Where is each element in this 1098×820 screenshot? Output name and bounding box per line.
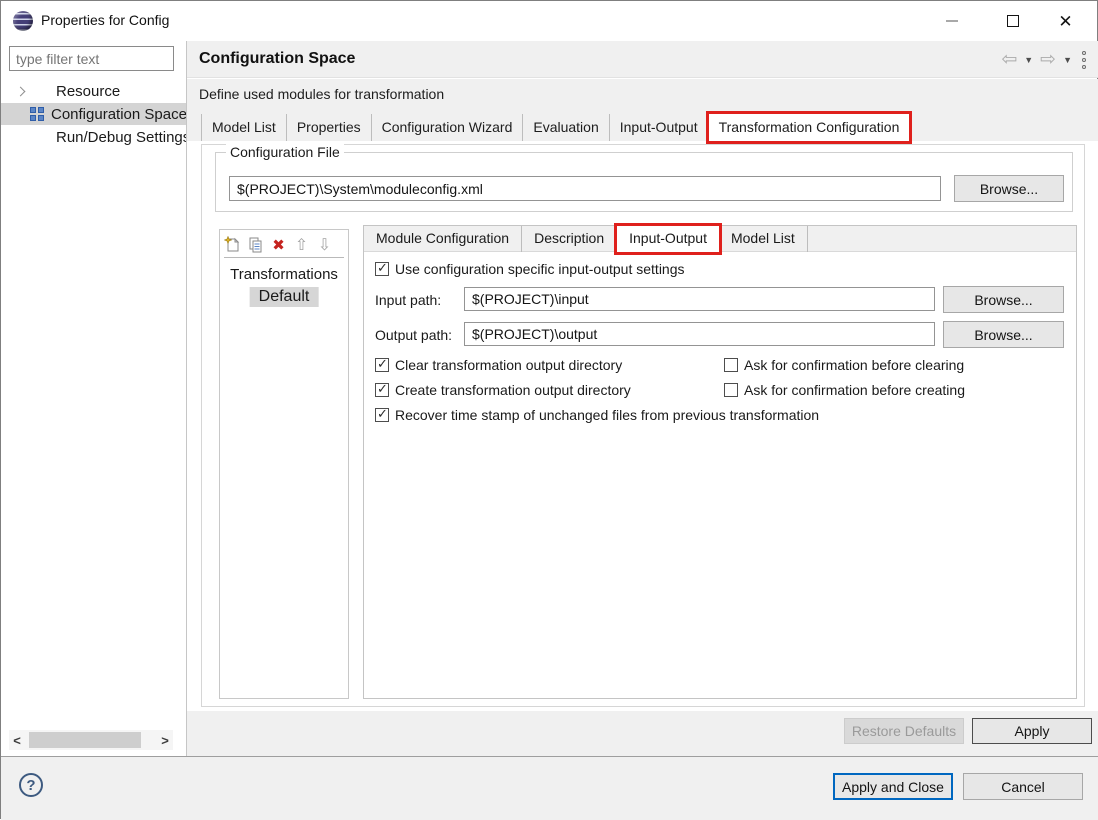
tab-inner-model-list[interactable]: Model List bbox=[719, 226, 808, 252]
tab-configuration-wizard[interactable]: Configuration Wizard bbox=[372, 114, 524, 141]
sidebar-item-label: Configuration Space bbox=[51, 106, 187, 123]
input-path-browse-button[interactable]: Browse... bbox=[943, 286, 1064, 313]
tab-content: Configuration File Browse... bbox=[187, 141, 1098, 711]
apply-and-close-button[interactable]: Apply and Close bbox=[833, 773, 953, 800]
move-down-button[interactable]: ⇩ bbox=[316, 236, 333, 253]
page-description: Define used modules for transformation bbox=[199, 86, 444, 102]
title-bar: Properties for Config ✕ bbox=[1, 1, 1097, 41]
scroll-left-icon[interactable]: < bbox=[9, 733, 25, 748]
config-grid-icon bbox=[30, 107, 44, 121]
apply-button[interactable]: Apply bbox=[972, 718, 1092, 744]
configuration-file-group: Configuration File Browse... bbox=[215, 152, 1073, 212]
delete-transformation-button[interactable]: ✖ bbox=[270, 236, 287, 253]
preferences-sidebar: Resource Configuration Space Run/Debug S… bbox=[1, 41, 187, 756]
restore-defaults-button[interactable]: Restore Defaults bbox=[844, 718, 964, 744]
close-icon: ✕ bbox=[1058, 13, 1072, 30]
back-dropdown-icon[interactable]: ▼ bbox=[1024, 55, 1033, 65]
page-header: Configuration Space ⇦ ▼ ⇨ ▼ bbox=[187, 41, 1098, 78]
scroll-right-icon[interactable]: > bbox=[157, 733, 173, 748]
sidebar-item-resource[interactable]: Resource bbox=[1, 80, 187, 102]
tab-evaluation[interactable]: Evaluation bbox=[523, 114, 609, 141]
page-title: Configuration Space bbox=[199, 50, 355, 68]
page-description-bar: Define used modules for transformation bbox=[187, 79, 1098, 114]
clear-output-option: Clear transformation output directory bbox=[375, 357, 622, 373]
tab-description[interactable]: Description bbox=[522, 226, 617, 252]
close-button[interactable]: ✕ bbox=[1042, 1, 1089, 41]
help-icon[interactable]: ? bbox=[19, 773, 43, 797]
input-path-label: Input path: bbox=[375, 292, 441, 308]
forward-dropdown-icon[interactable]: ▼ bbox=[1063, 55, 1072, 65]
sidebar-item-configuration-space[interactable]: Configuration Space bbox=[1, 103, 187, 125]
recover-timestamp-option: Recover time stamp of unchanged files fr… bbox=[375, 407, 819, 423]
output-path-label: Output path: bbox=[375, 327, 452, 343]
sidebar-item-label: Resource bbox=[56, 83, 120, 100]
move-up-button[interactable]: ⇧ bbox=[293, 236, 310, 253]
inner-tab-bar: Module Configuration Description Input-O… bbox=[364, 226, 1076, 252]
checkbox-label: Ask for confirmation before clearing bbox=[744, 357, 964, 373]
configuration-file-browse-button[interactable]: Browse... bbox=[954, 175, 1064, 202]
checkbox-label: Recover time stamp of unchanged files fr… bbox=[395, 407, 819, 423]
sidebar-item-run-debug-settings[interactable]: Run/Debug Settings bbox=[1, 126, 187, 148]
transformations-panel: ✖ ⇧ ⇩ Transformations Default bbox=[219, 229, 349, 699]
ask-before-creating-option: Ask for confirmation before creating bbox=[724, 382, 965, 398]
output-path-field[interactable] bbox=[464, 322, 935, 346]
checkbox-label: Create transformation output directory bbox=[395, 382, 631, 398]
clear-output-checkbox[interactable] bbox=[375, 358, 389, 372]
tab-input-output[interactable]: Input-Output bbox=[610, 114, 709, 141]
tab-model-list[interactable]: Model List bbox=[201, 114, 287, 141]
dialog-button-bar: ? Apply and Close Cancel bbox=[1, 757, 1098, 820]
new-transformation-button[interactable] bbox=[224, 236, 241, 253]
tab-inner-input-output[interactable]: Input-Output bbox=[617, 226, 719, 252]
tab-transformation-configuration[interactable]: Transformation Configuration bbox=[709, 114, 910, 141]
forward-arrow-icon[interactable]: ⇨ bbox=[1040, 50, 1056, 69]
copy-transformation-button[interactable] bbox=[247, 236, 264, 253]
maximize-button[interactable] bbox=[989, 1, 1036, 41]
checkbox-label: Ask for confirmation before creating bbox=[744, 382, 965, 398]
copy-icon bbox=[247, 236, 264, 253]
use-specific-settings-checkbox[interactable] bbox=[375, 262, 389, 276]
cancel-button[interactable]: Cancel bbox=[963, 773, 1083, 800]
scrollbar-thumb[interactable] bbox=[29, 732, 141, 748]
checkbox-label: Clear transformation output directory bbox=[395, 357, 622, 373]
tab-module-configuration[interactable]: Module Configuration bbox=[364, 226, 522, 252]
checkbox-label: Use configuration specific input-output … bbox=[395, 261, 685, 277]
configuration-file-input[interactable] bbox=[229, 176, 941, 201]
view-menu-icon[interactable] bbox=[1079, 51, 1089, 69]
sidebar-item-label: Run/Debug Settings bbox=[56, 129, 187, 146]
maximize-icon bbox=[1007, 15, 1019, 27]
expand-chevron-icon[interactable] bbox=[16, 86, 26, 96]
back-arrow-icon[interactable]: ⇦ bbox=[1001, 50, 1017, 69]
ask-before-creating-checkbox[interactable] bbox=[724, 383, 738, 397]
minimize-icon bbox=[946, 20, 958, 22]
sidebar-horizontal-scrollbar[interactable]: < > bbox=[9, 730, 173, 750]
outer-tab-bar: Model List Properties Configuration Wiza… bbox=[187, 114, 1098, 141]
eclipse-logo-icon bbox=[13, 11, 33, 31]
create-output-option: Create transformation output directory bbox=[375, 382, 631, 398]
transformation-configuration-panel: Configuration File Browse... bbox=[201, 144, 1085, 707]
filter-input[interactable] bbox=[9, 46, 174, 71]
use-specific-settings-option: Use configuration specific input-output … bbox=[375, 261, 685, 277]
new-icon bbox=[224, 236, 241, 253]
create-output-checkbox[interactable] bbox=[375, 383, 389, 397]
apply-button-bar: Restore Defaults Apply bbox=[187, 711, 1098, 756]
transformations-label: Transformations bbox=[220, 266, 348, 283]
ask-before-clearing-checkbox[interactable] bbox=[724, 358, 738, 372]
transformation-list-item-default[interactable]: Default bbox=[250, 287, 319, 307]
configuration-file-group-label: Configuration File bbox=[226, 144, 344, 160]
ask-before-clearing-option: Ask for confirmation before clearing bbox=[724, 357, 964, 373]
tab-properties[interactable]: Properties bbox=[287, 114, 372, 141]
recover-timestamp-checkbox[interactable] bbox=[375, 408, 389, 422]
minimize-button[interactable] bbox=[928, 1, 975, 41]
input-path-field[interactable] bbox=[464, 287, 935, 311]
transformations-toolbar: ✖ ⇧ ⇩ bbox=[224, 236, 344, 258]
window-title: Properties for Config bbox=[41, 12, 169, 28]
transformation-tab-folder: Module Configuration Description Input-O… bbox=[363, 225, 1077, 699]
output-path-browse-button[interactable]: Browse... bbox=[943, 321, 1064, 348]
